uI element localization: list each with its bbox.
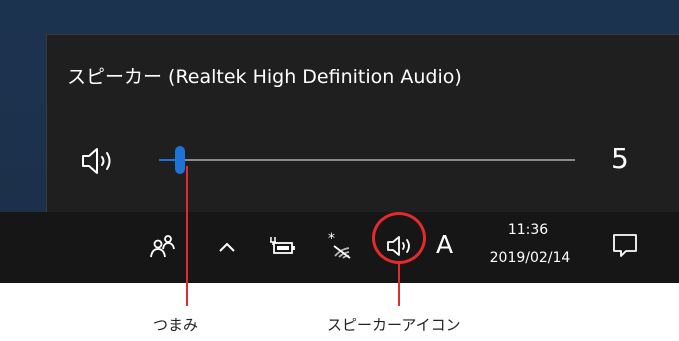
speaker-highlight-ring bbox=[372, 212, 426, 264]
wifi-off-icon[interactable]: * bbox=[322, 230, 354, 260]
thumb-callout-label: つまみ bbox=[153, 316, 199, 334]
taskbar: * A 11:36 2019/02/14 bbox=[0, 212, 679, 283]
clock-time[interactable]: 11:36 bbox=[500, 222, 556, 238]
chevron-up-icon[interactable] bbox=[218, 240, 236, 254]
clock-date[interactable]: 2019/02/14 bbox=[472, 250, 588, 266]
thumb-callout-line bbox=[186, 166, 188, 306]
volume-flyout: スピーカー (Realtek High Definition Audio) 5 bbox=[46, 34, 679, 213]
volume-value: 5 bbox=[611, 142, 629, 175]
audio-device-name[interactable]: スピーカー (Realtek High Definition Audio) bbox=[67, 62, 462, 89]
volume-slider[interactable] bbox=[159, 146, 575, 174]
people-icon[interactable] bbox=[148, 232, 178, 260]
speaker-icon[interactable] bbox=[79, 144, 119, 178]
svg-text:*: * bbox=[328, 231, 335, 247]
speaker-callout-label: スピーカーアイコン bbox=[327, 316, 461, 334]
battery-icon[interactable] bbox=[268, 234, 298, 260]
ime-mode-indicator[interactable]: A bbox=[436, 230, 453, 259]
speaker-callout-line bbox=[398, 263, 400, 306]
volume-slider-thumb[interactable] bbox=[174, 146, 185, 174]
notification-icon[interactable] bbox=[611, 231, 639, 259]
